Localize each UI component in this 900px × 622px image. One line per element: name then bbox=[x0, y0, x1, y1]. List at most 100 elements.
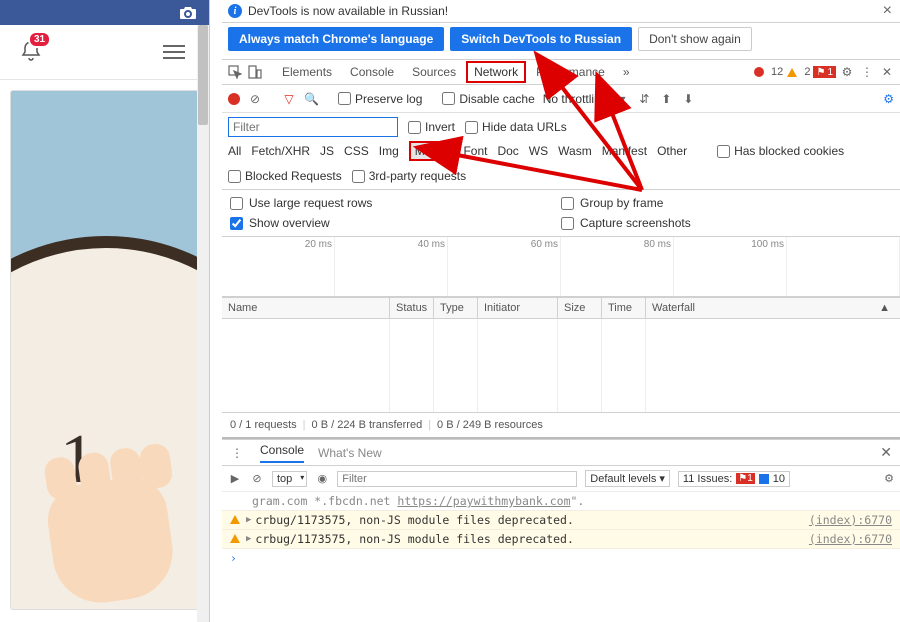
dropdown-icon[interactable]: ▾ bbox=[615, 92, 629, 106]
col-type[interactable]: Type bbox=[434, 298, 478, 318]
live-expr-icon[interactable]: ◉ bbox=[315, 472, 329, 485]
switch-russian-button[interactable]: Switch DevTools to Russian bbox=[450, 27, 632, 51]
tick-label: 100 ms bbox=[751, 239, 784, 250]
large-rows-checkbox[interactable]: Use large request rows bbox=[230, 196, 561, 210]
close-icon[interactable]: ✕ bbox=[878, 63, 896, 81]
hide-urls-checkbox[interactable]: Hide data URLs bbox=[465, 120, 567, 134]
console-settings-icon[interactable]: ⚙ bbox=[884, 472, 894, 485]
type-doc[interactable]: Doc bbox=[497, 144, 518, 158]
notifications[interactable]: 31 bbox=[20, 39, 42, 66]
tab-network[interactable]: Network bbox=[466, 61, 526, 83]
console-filter-input[interactable] bbox=[337, 471, 577, 487]
tab-performance[interactable]: Performance bbox=[528, 61, 613, 83]
scroll-thumb[interactable] bbox=[198, 25, 208, 125]
type-js[interactable]: JS bbox=[320, 144, 334, 158]
type-media[interactable]: Media bbox=[409, 141, 454, 161]
blocked-cookies-checkbox[interactable]: Has blocked cookies bbox=[717, 144, 844, 158]
timeline-overview[interactable]: 20 ms 40 ms 60 ms 80 ms 100 ms bbox=[222, 237, 900, 297]
filter-icon[interactable]: ▽ bbox=[282, 92, 296, 106]
console-prompt[interactable]: › bbox=[222, 549, 900, 567]
show-overview-checkbox[interactable]: Show overview bbox=[230, 216, 561, 230]
search-icon[interactable]: 🔍 bbox=[304, 92, 318, 106]
drawer-tab-whatsnew[interactable]: What's New bbox=[318, 446, 382, 460]
network-status-bar: 0 / 1 requests | 0 B / 224 B transferred… bbox=[222, 413, 900, 439]
type-img[interactable]: Img bbox=[379, 144, 399, 158]
console-source-link[interactable]: (index):6770 bbox=[809, 532, 892, 546]
context-select[interactable]: top bbox=[272, 471, 307, 487]
disable-cache-checkbox[interactable]: Disable cache bbox=[442, 92, 534, 106]
invert-checkbox[interactable]: Invert bbox=[408, 120, 455, 134]
error-count[interactable]: 12 bbox=[753, 66, 784, 78]
console-source-link[interactable]: (index):6770 bbox=[809, 513, 892, 527]
type-ws[interactable]: WS bbox=[529, 144, 548, 158]
group-frame-checkbox[interactable]: Group by frame bbox=[561, 196, 892, 210]
col-size[interactable]: Size bbox=[558, 298, 602, 318]
tab-elements[interactable]: Elements bbox=[274, 61, 340, 83]
tabs-more[interactable]: » bbox=[615, 61, 638, 83]
expand-icon[interactable]: ▶ bbox=[246, 515, 251, 525]
log-levels-select[interactable]: Default levels ▾ bbox=[585, 470, 670, 487]
drawer-close-icon[interactable]: ✕ bbox=[880, 444, 892, 461]
match-language-button[interactable]: Always match Chrome's language bbox=[228, 27, 444, 51]
type-xhr[interactable]: Fetch/XHR bbox=[251, 144, 310, 158]
record-icon[interactable] bbox=[228, 93, 240, 105]
device-icon[interactable] bbox=[246, 63, 264, 81]
devtools-main-tabs: Elements Console Sources Network Perform… bbox=[222, 59, 900, 85]
kebab-icon[interactable]: ⋮ bbox=[858, 63, 876, 81]
download-icon[interactable]: ⬇ bbox=[681, 92, 695, 106]
gear-icon[interactable]: ⚙ bbox=[838, 63, 856, 81]
throttling-select[interactable]: No throttling bbox=[543, 92, 608, 106]
blocked-requests-checkbox[interactable]: Blocked Requests bbox=[228, 169, 342, 183]
tab-sources[interactable]: Sources bbox=[404, 61, 464, 83]
type-wasm[interactable]: Wasm bbox=[558, 144, 592, 158]
console-link[interactable]: https://paywithmybank.com bbox=[397, 494, 570, 508]
issues-button[interactable]: 11 Issues: ⚑ 1 10 bbox=[678, 471, 790, 487]
dont-show-button[interactable]: Don't show again bbox=[638, 27, 752, 51]
warning-icon bbox=[230, 532, 246, 546]
status-requests: 0 / 1 requests bbox=[230, 419, 297, 431]
console-drawer: ⋮ Console What's New ✕ ▶ ⊘ top ◉ Default… bbox=[222, 439, 900, 567]
col-name[interactable]: Name bbox=[222, 298, 390, 318]
console-clear-icon[interactable]: ⊘ bbox=[250, 472, 264, 485]
upload-icon[interactable]: ⬆ bbox=[659, 92, 673, 106]
tick-label: 40 ms bbox=[418, 239, 445, 250]
type-other[interactable]: Other bbox=[657, 144, 687, 158]
inspect-icon[interactable] bbox=[226, 63, 244, 81]
console-text: gram.com *.fbcdn.net https://paywithmyba… bbox=[252, 494, 892, 508]
drawer-kebab-icon[interactable]: ⋮ bbox=[228, 444, 246, 462]
console-line: ▶ crbug/1173575, non-JS module files dep… bbox=[222, 530, 900, 549]
drawer-tab-console[interactable]: Console bbox=[260, 443, 304, 463]
network-filter-row: Invert Hide data URLs bbox=[222, 113, 900, 141]
col-initiator[interactable]: Initiator bbox=[478, 298, 558, 318]
third-party-checkbox[interactable]: 3rd-party requests bbox=[352, 169, 466, 183]
tab-console[interactable]: Console bbox=[342, 61, 402, 83]
camera-icon[interactable] bbox=[179, 4, 197, 22]
expand-icon[interactable]: ▶ bbox=[246, 534, 251, 544]
devtools-panel: i DevTools is now available in Russian! … bbox=[222, 0, 900, 622]
type-font[interactable]: Font bbox=[463, 144, 487, 158]
scrollbar[interactable] bbox=[197, 25, 209, 622]
warn-count[interactable]: 2 bbox=[786, 66, 811, 78]
close-icon[interactable]: × bbox=[883, 2, 892, 20]
type-manifest[interactable]: Manifest bbox=[602, 144, 647, 158]
clear-icon[interactable]: ⊘ bbox=[248, 92, 262, 106]
col-status[interactable]: Status bbox=[390, 298, 434, 318]
filter-input[interactable] bbox=[228, 117, 398, 137]
capture-checkbox[interactable]: Capture screenshots bbox=[561, 216, 892, 230]
console-line: gram.com *.fbcdn.net https://paywithmyba… bbox=[222, 492, 900, 511]
console-sidebar-icon[interactable]: ▶ bbox=[228, 472, 242, 485]
type-css[interactable]: CSS bbox=[344, 144, 369, 158]
col-waterfall[interactable]: Waterfall▲ bbox=[646, 298, 900, 318]
info-buttons: Always match Chrome's language Switch De… bbox=[222, 23, 900, 59]
console-line: ▶ crbug/1173575, non-JS module files dep… bbox=[222, 511, 900, 530]
wifi-icon[interactable]: ⇵ bbox=[637, 92, 651, 106]
issue-flag[interactable]: ⚑ 1 bbox=[813, 66, 836, 78]
console-messages: gram.com *.fbcdn.net https://paywithmyba… bbox=[222, 492, 900, 567]
tick-label: 80 ms bbox=[644, 239, 671, 250]
preserve-log-checkbox[interactable]: Preserve log bbox=[338, 92, 422, 106]
network-settings-icon[interactable]: ⚙ bbox=[883, 92, 894, 106]
hamburger-icon[interactable] bbox=[163, 41, 185, 63]
type-all[interactable]: All bbox=[228, 144, 241, 158]
extra-filters: Blocked Requests 3rd-party requests bbox=[222, 165, 900, 190]
col-time[interactable]: Time bbox=[602, 298, 646, 318]
